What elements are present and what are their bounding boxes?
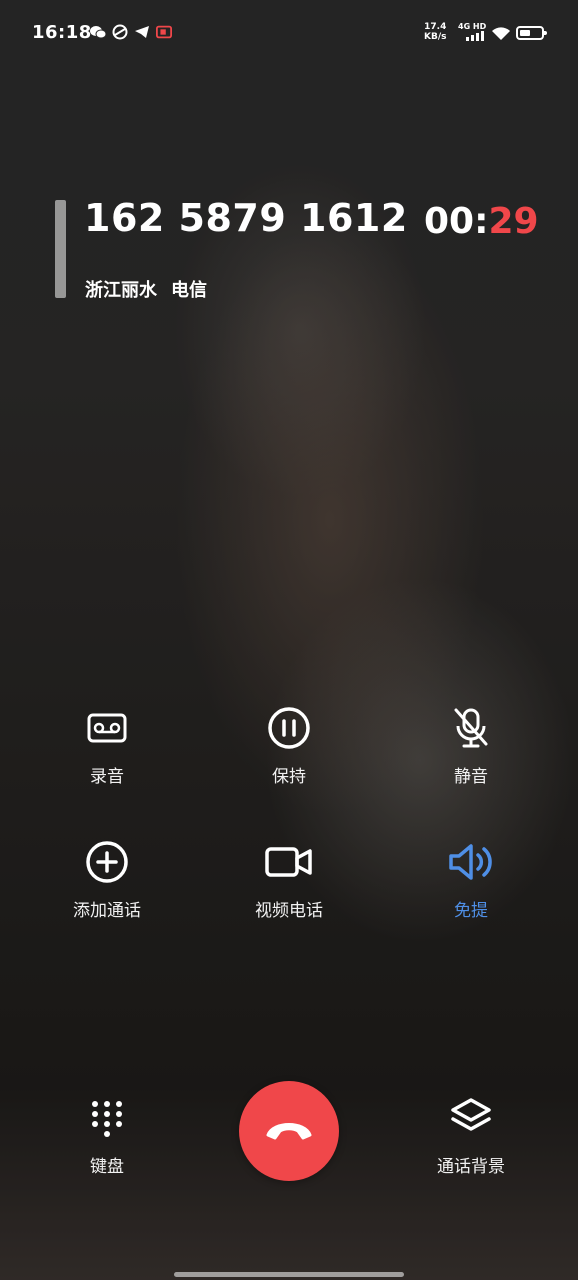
record-button[interactable]: 录音 xyxy=(27,704,187,787)
net-speed: 17.4 KB/s xyxy=(424,22,447,42)
screen-record-icon xyxy=(156,24,172,40)
status-bar: 16:18 17.4 KB/s 4G HD xyxy=(0,0,578,70)
hold-label: 保持 xyxy=(272,767,306,787)
cassette-icon xyxy=(83,704,131,752)
plus-circle-icon xyxy=(83,838,131,886)
keypad-button[interactable]: 键盘 xyxy=(27,1094,187,1177)
layers-icon xyxy=(447,1094,495,1142)
caller-accent-bar xyxy=(55,200,66,298)
record-label: 录音 xyxy=(90,767,124,787)
hang-up-icon xyxy=(263,1117,315,1145)
call-timer: 00:29 xyxy=(424,201,539,242)
mute-button[interactable]: 静音 xyxy=(391,704,551,787)
home-indicator[interactable] xyxy=(174,1272,404,1277)
pause-icon xyxy=(265,704,313,752)
video-call-label: 视频电话 xyxy=(255,901,323,921)
battery-icon xyxy=(516,26,547,40)
signal-icon xyxy=(466,31,484,41)
call-background-label: 通话背景 xyxy=(437,1157,505,1177)
status-time: 16:18 xyxy=(32,22,92,43)
caller-region: 浙江丽水 xyxy=(85,280,157,301)
add-call-label: 添加通话 xyxy=(73,901,141,921)
mute-label: 静音 xyxy=(454,767,488,787)
wifi-icon xyxy=(491,26,511,45)
speaker-label: 免提 xyxy=(454,901,488,921)
video-call-button[interactable]: 视频电话 xyxy=(209,838,369,921)
network-type: 4G HD xyxy=(458,22,487,31)
wechat-icon xyxy=(90,24,106,40)
hold-button[interactable]: 保持 xyxy=(209,704,369,787)
speaker-button[interactable]: 免提 xyxy=(391,838,551,921)
caller-number: 162 5879 1612 xyxy=(84,196,408,240)
mic-off-icon xyxy=(447,704,495,752)
app-icon xyxy=(112,24,128,40)
call-background-button[interactable]: 通话背景 xyxy=(391,1094,551,1177)
caller-location: 浙江丽水 电信 xyxy=(85,276,207,302)
caller-carrier: 电信 xyxy=(171,280,207,301)
add-call-button[interactable]: 添加通话 xyxy=(27,838,187,921)
end-call-button[interactable] xyxy=(239,1081,339,1181)
keypad-label: 键盘 xyxy=(90,1157,124,1177)
notification-icons xyxy=(90,24,172,40)
telegram-icon xyxy=(134,24,150,40)
speaker-icon xyxy=(447,838,495,886)
keypad-icon xyxy=(83,1094,131,1142)
video-camera-icon xyxy=(265,838,313,886)
